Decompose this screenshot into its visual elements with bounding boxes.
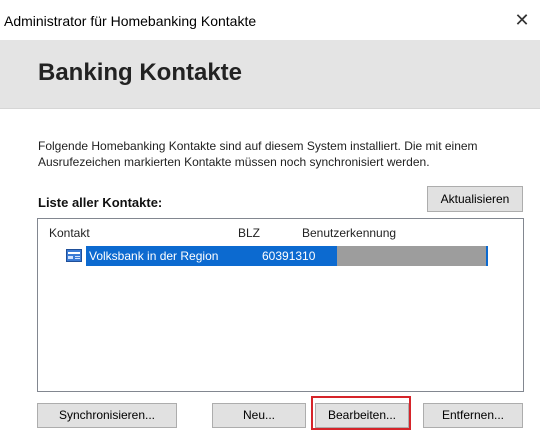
list-label: Liste aller Kontakte: [38,195,163,210]
page-title: Banking Kontakte [38,59,243,86]
column-header-blz[interactable]: BLZ [238,226,260,240]
refresh-button[interactable]: Aktualisieren [427,186,523,212]
header-banner: Banking Kontakte [0,40,540,109]
column-header-kontakt[interactable]: Kontakt [49,226,90,240]
edit-button[interactable]: Bearbeiten... [315,403,409,428]
cell-kontakt: Volksbank in der Region [86,246,258,266]
cell-benutzerkennung [337,246,488,266]
title-bar: Administrator für Homebanking Kontakte ✕ [0,0,540,40]
new-button[interactable]: Neu... [212,403,306,428]
intro-text: Folgende Homebanking Kontakte sind auf d… [38,139,478,169]
bank-contact-icon [66,249,82,262]
contacts-list[interactable]: Kontakt BLZ Benutzerkennung Volksbank in… [37,218,524,392]
cell-blz: 60391310 [258,246,337,266]
synchronize-button[interactable]: Synchronisieren... [37,403,177,428]
close-icon[interactable]: ✕ [504,4,540,36]
window-title: Administrator für Homebanking Kontakte [4,13,257,29]
column-header-benutzerkennung[interactable]: Benutzerkennung [302,226,396,240]
remove-button[interactable]: Entfernen... [423,403,523,428]
